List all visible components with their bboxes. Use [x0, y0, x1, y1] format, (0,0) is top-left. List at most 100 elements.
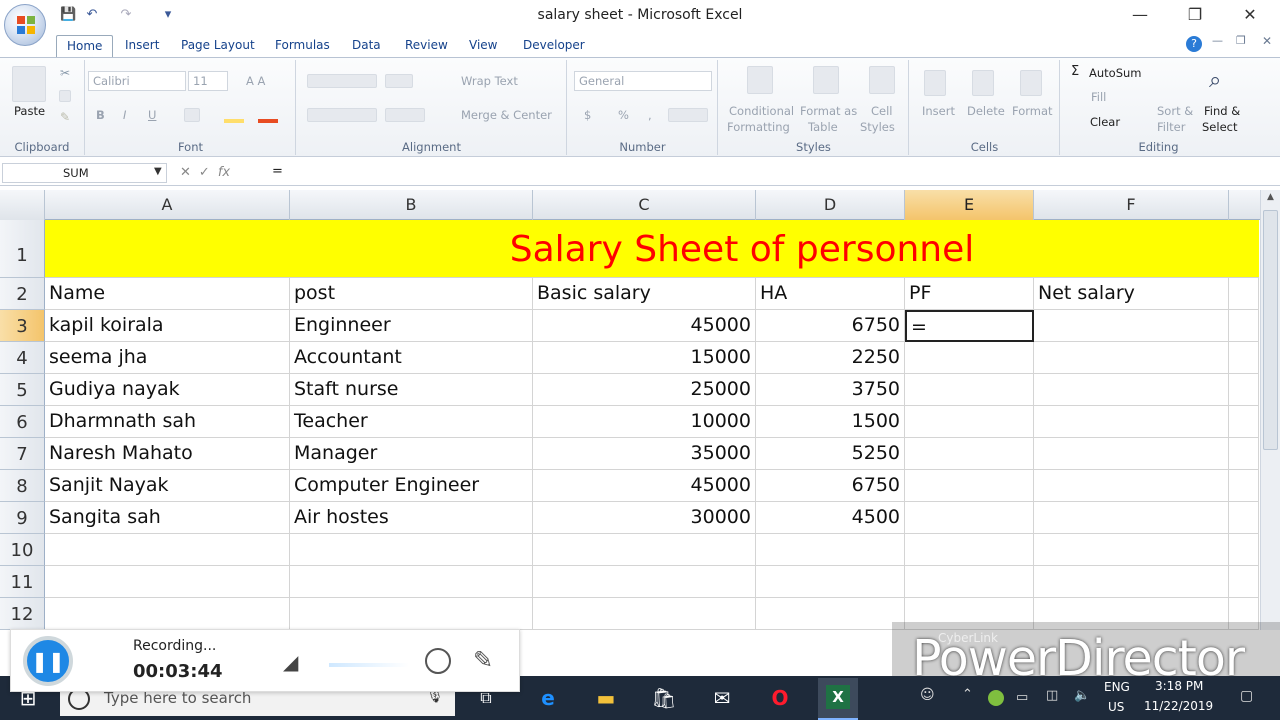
name-box[interactable]: SUM: [2, 163, 167, 183]
conditional-formatting-button[interactable]: Conditional: [729, 104, 794, 119]
empty-cell[interactable]: [1229, 534, 1259, 566]
row-header-10[interactable]: 10: [0, 534, 45, 566]
cell-basic-salary[interactable]: 25000: [533, 374, 756, 406]
copy-icon[interactable]: [59, 90, 71, 102]
column-header-d[interactable]: D: [756, 190, 905, 220]
scroll-thumb[interactable]: [1263, 210, 1278, 450]
number-format-combo[interactable]: General: [574, 71, 712, 91]
microphone-volume-icon[interactable]: ◢: [283, 650, 298, 674]
comma-icon[interactable]: ,: [648, 108, 652, 123]
cell-net-salary[interactable]: [1034, 502, 1229, 534]
cell-post[interactable]: Air hostes: [290, 502, 533, 534]
cell-ha[interactable]: 1500: [756, 406, 905, 438]
close-button[interactable]: ✕: [1235, 4, 1265, 26]
cell-basic-salary[interactable]: 45000: [533, 470, 756, 502]
fill-color-icon[interactable]: [224, 107, 244, 123]
find-select-button[interactable]: Find &: [1204, 104, 1240, 119]
wrap-text-button[interactable]: Wrap Text: [461, 74, 518, 89]
font-size-combo[interactable]: 11: [188, 71, 228, 91]
empty-cell[interactable]: [756, 566, 905, 598]
empty-cell[interactable]: [45, 534, 290, 566]
empty-cell[interactable]: [1229, 470, 1259, 502]
mail-icon[interactable]: ✉: [706, 682, 738, 714]
underline-icon[interactable]: U: [148, 108, 156, 123]
cell-basic-salary[interactable]: 15000: [533, 342, 756, 374]
scroll-up-icon[interactable]: ▲: [1263, 192, 1278, 206]
cell-net-salary[interactable]: [1034, 310, 1229, 342]
conditional-formatting-icon[interactable]: [747, 66, 773, 94]
empty-cell[interactable]: [290, 598, 533, 630]
decimal-icons[interactable]: [668, 108, 708, 122]
cell-post[interactable]: Manager: [290, 438, 533, 470]
format-table-button-2[interactable]: Table: [808, 120, 838, 135]
empty-cell[interactable]: [45, 598, 290, 630]
cell-post[interactable]: Staft nurse: [290, 374, 533, 406]
row-header-1[interactable]: 1: [0, 220, 45, 278]
empty-cell[interactable]: [1229, 310, 1259, 342]
column-header-b[interactable]: B: [290, 190, 533, 220]
autosum-button[interactable]: AutoSum: [1089, 66, 1142, 81]
ribbon-minimize-icon[interactable]: —: [1212, 34, 1223, 47]
horizontal-align-icons[interactable]: [307, 108, 377, 122]
cell-ha[interactable]: 2250: [756, 342, 905, 374]
cut-icon[interactable]: ✂: [60, 66, 70, 80]
cell-pf[interactable]: [905, 502, 1034, 534]
header-cell-post[interactable]: post: [290, 278, 533, 310]
row-header-4[interactable]: 4: [0, 342, 45, 374]
enter-icon[interactable]: ✓: [199, 165, 210, 180]
name-box-dropdown-icon[interactable]: ▼: [154, 166, 162, 177]
vertical-scrollbar[interactable]: ▲: [1260, 190, 1280, 630]
empty-cell[interactable]: [1034, 566, 1229, 598]
input-language[interactable]: ENG: [1104, 680, 1130, 694]
delete-cells-icon[interactable]: [972, 70, 994, 96]
header-cell-net-salary[interactable]: Net salary: [1034, 278, 1229, 310]
cell-net-salary[interactable]: [1034, 470, 1229, 502]
people-icon[interactable]: ☺: [920, 687, 935, 703]
empty-cell[interactable]: [756, 598, 905, 630]
show-hidden-icons[interactable]: ⌃: [962, 687, 973, 702]
column-header-a[interactable]: A: [45, 190, 290, 220]
edge-icon[interactable]: e: [532, 682, 564, 714]
column-header-f[interactable]: F: [1034, 190, 1229, 220]
conditional-formatting-button-2[interactable]: Formatting: [727, 120, 790, 135]
insert-function-icon[interactable]: fx: [218, 165, 230, 180]
clear-button[interactable]: Clear: [1090, 115, 1120, 130]
office-button[interactable]: [4, 4, 46, 46]
indent-icons[interactable]: [385, 108, 425, 122]
grow-font-icon[interactable]: A A: [246, 74, 265, 89]
cell-name[interactable]: seema jha: [45, 342, 290, 374]
row-header-7[interactable]: 7: [0, 438, 45, 470]
ribbon-close-icon[interactable]: ✕: [1262, 34, 1272, 48]
tab-review[interactable]: Review: [395, 35, 458, 57]
empty-cell[interactable]: [533, 566, 756, 598]
percent-icon[interactable]: %: [618, 108, 629, 123]
binoculars-icon[interactable]: ⌕: [1209, 68, 1221, 93]
cell-net-salary[interactable]: [1034, 406, 1229, 438]
format-table-button[interactable]: Format as: [800, 104, 857, 119]
cell-name[interactable]: Dharmnath sah: [45, 406, 290, 438]
clock-time[interactable]: 3:18 PM: [1155, 679, 1203, 693]
input-region[interactable]: US: [1108, 700, 1124, 714]
fill-button[interactable]: Fill: [1091, 90, 1106, 105]
cancel-icon[interactable]: ✕: [180, 165, 191, 180]
empty-cell[interactable]: [290, 566, 533, 598]
vertical-align-icons[interactable]: [307, 74, 377, 88]
tab-page-layout[interactable]: Page Layout: [171, 35, 265, 57]
active-cell[interactable]: =: [905, 310, 1034, 342]
tab-data[interactable]: Data: [342, 35, 391, 57]
cell-ha[interactable]: 3750: [756, 374, 905, 406]
tab-developer[interactable]: Developer: [513, 35, 595, 57]
row-header-6[interactable]: 6: [0, 406, 45, 438]
format-table-icon[interactable]: [813, 66, 839, 94]
empty-cell[interactable]: [1229, 374, 1259, 406]
cell-pf[interactable]: [905, 438, 1034, 470]
paste-icon[interactable]: [12, 66, 46, 102]
column-header-e[interactable]: E: [905, 190, 1034, 220]
cell-styles-button-2[interactable]: Styles: [860, 120, 895, 135]
insert-cells-icon[interactable]: [924, 70, 946, 96]
cell-ha[interactable]: 6750: [756, 310, 905, 342]
cell-name[interactable]: Naresh Mahato: [45, 438, 290, 470]
cell-post[interactable]: Enginneer: [290, 310, 533, 342]
empty-cell[interactable]: [1229, 278, 1259, 310]
webcam-icon[interactable]: [425, 648, 451, 674]
